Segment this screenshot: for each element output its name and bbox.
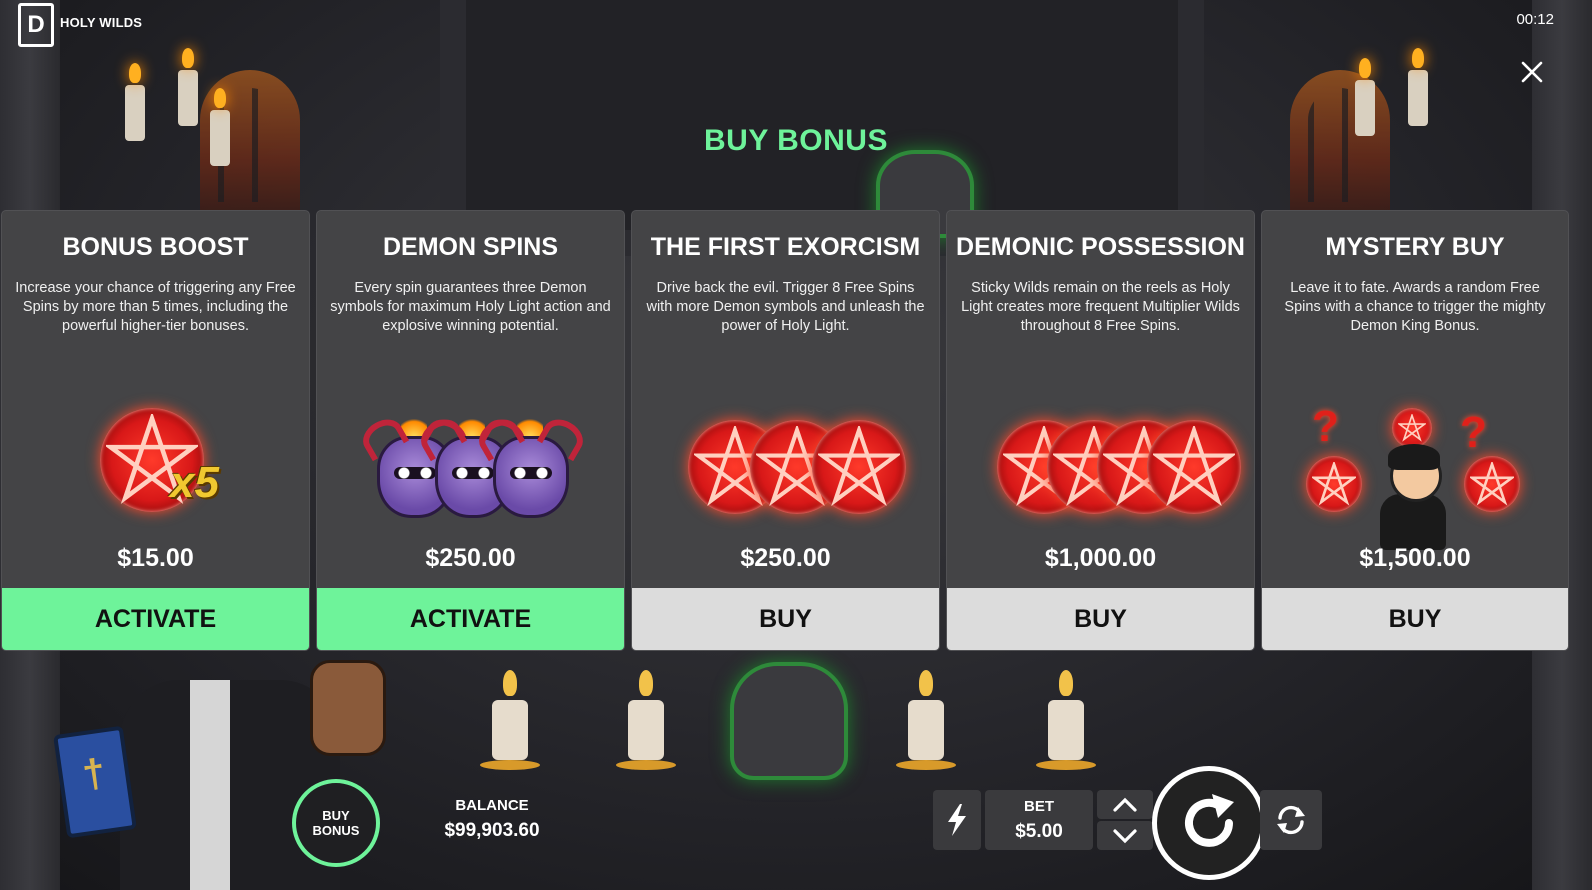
card-title: DEMON SPINS [382,233,559,261]
card-price: $1,500.00 [1359,544,1471,572]
card-title: BONUS BOOST [62,233,249,261]
card-description: Sticky Wilds remain on the reels as Holy… [961,280,1240,334]
four-pentagrams-icon [947,406,1254,536]
buy-button[interactable]: BUY [632,588,939,650]
wall-candle-icon [178,48,198,126]
buy-button[interactable]: BUY [1262,588,1568,650]
three-pentagrams-icon [632,406,939,536]
buy-bonus-button[interactable]: BUY BONUS [292,779,380,867]
bet-down-button[interactable] [1097,821,1153,850]
bonus-card-demonic-possession: DEMONIC POSSESSION Sticky Wilds remain o… [947,211,1254,650]
bet-up-button[interactable] [1097,790,1153,819]
gargoyle-symbol-icon [730,662,848,780]
card-description: Every spin guarantees three Demon symbol… [330,280,611,334]
card-price: $250.00 [740,544,831,572]
priest-robe [120,680,340,890]
autoplay-button[interactable] [1260,790,1322,850]
balance-label: BALANCE [455,797,529,814]
bet-display: BET $5.00 [985,790,1093,850]
card-title: MYSTERY BUY [1325,233,1505,261]
priest-stole [190,680,230,890]
mystery-priest-icon: ? ? [1262,402,1568,550]
bonus-card-demon-spins: DEMON SPINS Every spin guarantees three … [317,211,624,650]
card-description: Increase your chance of triggering any F… [15,280,296,334]
clock: 00:12 [1516,11,1554,28]
bonus-card-mystery-buy: MYSTERY BUY Leave it to fate. Awards a r… [1262,211,1568,650]
activate-button[interactable]: ACTIVATE [2,588,309,650]
buy-bonus-label: BUY [322,808,350,823]
buy-bonus-heading: BUY BONUS [704,124,888,157]
pentagram-x5-icon: x5 [2,406,309,536]
turbo-button[interactable] [933,790,981,850]
card-description: Leave it to fate. Awards a random Free S… [1284,280,1546,334]
wall-candle-icon [1408,48,1428,126]
buy-bonus-label: BONUS [312,823,360,838]
card-price: $15.00 [117,544,194,572]
close-button[interactable] [1512,52,1552,92]
card-title: THE FIRST EXORCISM [650,233,921,261]
provider-logo-icon: D [18,3,54,47]
card-description: Drive back the evil. Trigger 8 Free Spin… [646,280,925,334]
balance-value: $99,903.60 [444,820,540,841]
demon-skull-icon [493,436,569,518]
turbo-icon [948,804,966,836]
card-title: DEMONIC POSSESSION [956,233,1245,261]
spin-button[interactable] [1152,766,1266,880]
bonus-card-bonus-boost: BONUS BOOST Increase your chance of trig… [2,211,309,650]
three-demon-skulls-icon [317,406,624,536]
bet-value: $5.00 [1015,820,1063,842]
buy-button[interactable]: BUY [947,588,1254,650]
game-title: HOLY WILDS [60,15,143,30]
bet-down-icon [1113,828,1137,843]
holy-book-icon: † [53,725,137,839]
priest-hand [310,660,386,756]
autoplay-icon [1277,805,1305,835]
bonus-cards: BONUS BOOST Increase your chance of trig… [2,211,1590,650]
bet-label: BET [1024,797,1054,815]
candle-symbol-icon [480,670,540,770]
priest-icon [1378,444,1448,550]
bonus-card-first-exorcism: THE FIRST EXORCISM Drive back the evil. … [632,211,939,650]
activate-button[interactable]: ACTIVATE [317,588,624,650]
candle-symbol-icon [616,670,676,770]
spin-icon [1185,794,1234,847]
card-price: $250.00 [425,544,516,572]
candle-symbol-icon [896,670,956,770]
candle-symbol-icon [1036,670,1096,770]
bet-up-icon [1113,797,1137,812]
card-price: $1,000.00 [1044,544,1157,572]
close-icon [1521,61,1543,83]
